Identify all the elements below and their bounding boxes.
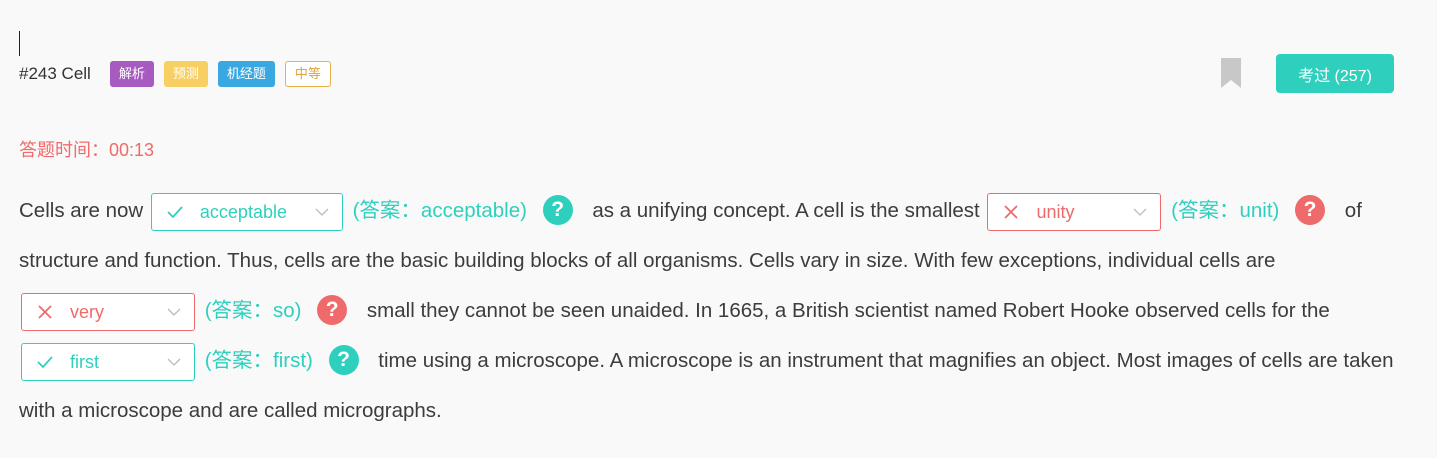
tag-exam-question[interactable]: 机经题 — [217, 61, 275, 87]
chevron-down-icon — [315, 208, 329, 216]
passage-text: small they cannot be seen unaided. In 16… — [366, 299, 1330, 322]
question-header: #243 Cell 解析 预测 机经题 中等 — [19, 60, 341, 88]
blank-selected-value: first — [70, 351, 99, 372]
correct-answer: (答案：acceptable) — [352, 199, 527, 222]
check-icon — [37, 355, 53, 368]
chevron-down-icon — [167, 308, 181, 316]
help-icon[interactable]: ? — [317, 294, 348, 325]
correct-answer: (答案：unit) — [1171, 199, 1280, 222]
chevron-down-icon — [1134, 208, 1147, 216]
chevron-down-icon — [167, 358, 181, 366]
question-id: #243 Cell — [19, 64, 91, 83]
blank-dropdown-2[interactable]: unity — [987, 192, 1162, 231]
check-icon — [167, 205, 183, 218]
passage: Cells are now acceptable (答案：acceptable)… — [19, 186, 1414, 436]
exam-count-button[interactable]: 考过 (257) — [1276, 54, 1394, 93]
cross-icon — [38, 304, 52, 319]
tag-prediction[interactable]: 预测 — [163, 61, 208, 87]
tag-difficulty: 中等 — [284, 61, 331, 87]
help-icon[interactable]: ? — [1295, 194, 1326, 225]
answer-timer: 答题时间：00:13 — [19, 140, 155, 160]
blank-dropdown-3[interactable]: very — [21, 292, 195, 331]
bookmark-icon[interactable] — [1220, 58, 1242, 88]
correct-answer: (答案：first) — [204, 349, 313, 372]
blank-dropdown-1[interactable]: acceptable — [150, 192, 343, 231]
blank-selected-value: acceptable — [199, 201, 287, 222]
help-icon[interactable]: ? — [328, 344, 359, 375]
text-cursor — [19, 31, 20, 56]
cross-icon — [1004, 204, 1019, 219]
passage-text: as a unifying concept. A cell is the sma… — [592, 199, 980, 222]
blank-dropdown-4[interactable]: first — [21, 342, 195, 381]
correct-answer: (答案：so) — [204, 299, 302, 322]
help-icon[interactable]: ? — [542, 194, 573, 225]
tag-analysis[interactable]: 解析 — [109, 61, 154, 87]
blank-selected-value: very — [70, 301, 105, 322]
passage-text: Cells are now — [19, 199, 144, 222]
blank-selected-value: unity — [1036, 201, 1075, 222]
